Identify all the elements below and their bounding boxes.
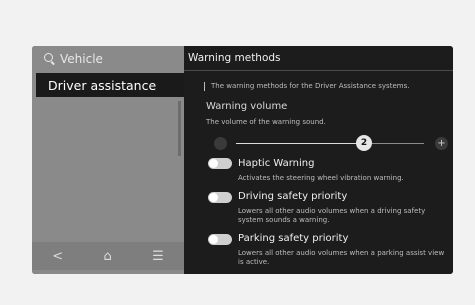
sidebar-search-label: Vehicle [60, 52, 103, 66]
sidebar-item-label: Driver assistance [48, 77, 157, 93]
page-title: Warning methods [188, 52, 281, 64]
sidebar-search[interactable]: Vehicle [32, 46, 184, 72]
page-description: The warning methods for the Driver Assis… [204, 82, 409, 91]
sidebar: Vehicle Driver assistance < ⌂ ☰ [32, 46, 184, 274]
driving-safety-priority-label: Driving safety priority [238, 191, 348, 202]
bottom-nav: < ⌂ ☰ [32, 242, 184, 270]
volume-slider-knob[interactable]: 2 [356, 135, 372, 151]
parking-safety-priority-desc: Lowers all other audio volumes when a pa… [238, 249, 445, 266]
infotainment-screen: Vehicle Driver assistance < ⌂ ☰ Warning … [32, 46, 453, 274]
haptic-warning-desc: Activates the steering wheel vibration w… [238, 174, 404, 182]
volume-decrease-button[interactable] [214, 137, 227, 150]
warning-volume-title: Warning volume [206, 101, 288, 112]
driving-safety-priority-desc: Lowers all other audio volumes when a dr… [238, 207, 426, 224]
search-icon [44, 53, 56, 65]
volume-slider-fill [236, 143, 358, 144]
divider [184, 70, 453, 71]
back-button[interactable]: < [52, 249, 63, 264]
content-panel: Warning methods The warning methods for … [184, 46, 453, 274]
haptic-warning-label: Haptic Warning [238, 158, 315, 169]
menu-button[interactable]: ☰ [152, 249, 164, 264]
haptic-warning-toggle[interactable] [208, 158, 232, 169]
warning-volume-subtitle: The volume of the warning sound. [206, 118, 326, 126]
driving-safety-priority-toggle[interactable] [208, 192, 232, 203]
sidebar-item-driver-assistance[interactable]: Driver assistance [36, 73, 184, 97]
parking-safety-priority-label: Parking safety priority [238, 233, 349, 244]
home-button[interactable]: ⌂ [103, 249, 111, 264]
sidebar-scrollbar[interactable] [178, 101, 181, 156]
parking-safety-priority-toggle[interactable] [208, 234, 232, 245]
volume-increase-button[interactable]: + [435, 137, 448, 150]
